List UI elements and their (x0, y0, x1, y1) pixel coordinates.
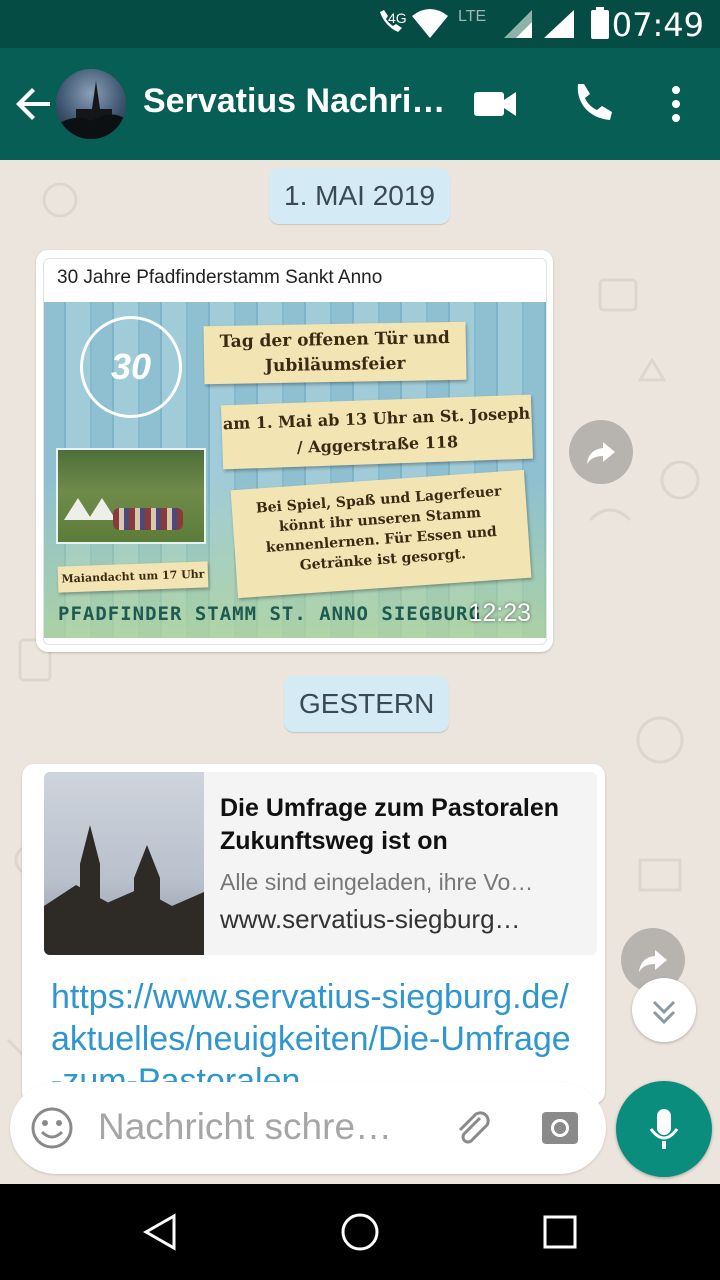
message-bubble-1[interactable]: 30 Jahre Pfadfinderstamm Sankt Anno 30 T… (36, 250, 553, 652)
nav-home-icon[interactable] (338, 1210, 382, 1254)
forward-icon (587, 442, 615, 464)
scroll-to-bottom-button[interactable] (632, 978, 696, 1042)
poster-note-2: am 1. Mai ab 13 Uhr an St. Joseph / Agge… (220, 394, 534, 470)
system-nav-bar (0, 1184, 720, 1280)
network-4g-label: 4G (388, 10, 407, 26)
link-preview-2[interactable]: Die Umfrage zum Pastoralen Zukunftsweg i… (44, 772, 597, 955)
date-chip-2: GESTERN (284, 676, 450, 732)
preview-title-1: 30 Jahre Pfadfinderstamm Sankt Anno (57, 267, 383, 288)
camp-photo (56, 448, 206, 544)
poster-image[interactable]: 30 Tag der offenen Tür und Jubiläumsfeie… (44, 302, 546, 638)
poster-note-3: Bei Spiel, Spaß und Lagerfeuer könnt ihr… (230, 469, 532, 599)
forward-icon (639, 950, 667, 972)
message-input[interactable]: Nachricht schre… (98, 1106, 392, 1148)
status-time: 07:49 (611, 6, 704, 44)
building-shape (44, 885, 204, 955)
tent-shape (88, 498, 116, 520)
chat-area[interactable]: 1. MAI 2019 30 Jahre Pfadfinderstamm San… (0, 160, 720, 1184)
message-input-bar: Nachricht schre… (10, 1082, 606, 1174)
anniversary-logo: 30 (80, 316, 182, 418)
link-preview-1[interactable]: 30 Jahre Pfadfinderstamm Sankt Anno 30 T… (43, 258, 547, 645)
wifi-icon (412, 9, 448, 38)
message-time-1: 12:23 (468, 599, 531, 627)
mic-icon (649, 1109, 679, 1149)
message-bubble-2[interactable]: Die Umfrage zum Pastoralen Zukunftsweg i… (22, 764, 605, 1104)
poster-note-1: Tag der offenen Tür und Jubiläumsfeier (203, 321, 467, 385)
battery-icon (591, 7, 609, 39)
back-arrow-icon[interactable] (14, 84, 54, 124)
more-vert-icon[interactable] (650, 78, 702, 130)
chat-header: Servatius Nachri… (0, 48, 720, 160)
mic-button[interactable] (616, 1081, 712, 1177)
preview-description-2: Alle sind eingeladen, ihre Vo… (220, 869, 534, 895)
nav-recents-icon[interactable] (538, 1210, 582, 1254)
signal-icon-2 (544, 10, 574, 38)
camera-icon[interactable] (538, 1106, 582, 1150)
emoji-icon[interactable] (30, 1106, 74, 1150)
attach-icon[interactable] (450, 1106, 494, 1150)
cathedral-thumbnail (44, 772, 204, 955)
chat-title[interactable]: Servatius Nachri… (143, 82, 445, 121)
phone-icon[interactable] (566, 78, 618, 130)
nav-back-icon[interactable] (138, 1210, 182, 1254)
poster-note-4: Maiandacht um 17 Uhr (57, 561, 209, 593)
date-chip-1: 1. MAI 2019 (269, 168, 450, 224)
group-avatar[interactable] (56, 69, 126, 139)
preview-domain-2: www.servatius-siegburg… (220, 904, 521, 934)
crowd-shape (113, 508, 183, 530)
forward-button-1[interactable] (569, 420, 633, 484)
chevron-double-down-icon (652, 1000, 676, 1025)
video-call-icon[interactable] (470, 78, 522, 130)
poster-footer: PFADFINDER STAMM ST. ANNO SIEGBURG (58, 603, 481, 625)
signal-icon-1 (504, 10, 532, 38)
preview-title-2: Die Umfrage zum Pastoralen Zukunftsweg i… (220, 794, 559, 855)
status-bar: 4G LTE 07:49 (0, 0, 720, 48)
network-lte-label: LTE (458, 8, 487, 25)
